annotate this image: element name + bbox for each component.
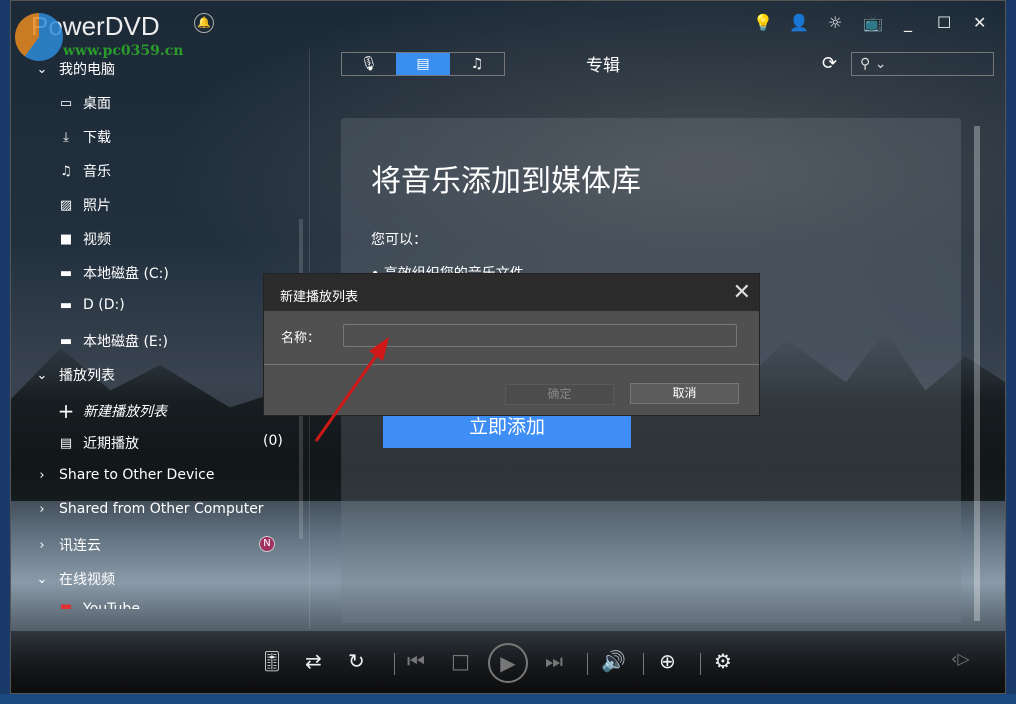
music-note-icon: ♫	[470, 56, 484, 72]
equalizer-icon[interactable]: 🎚	[259, 649, 284, 673]
tips-bulb-icon[interactable]: 💡	[753, 13, 773, 32]
notification-bell-icon[interactable]: 🔔	[194, 13, 214, 33]
recent-count: (0)	[263, 433, 283, 449]
section-cyberlink-cloud[interactable]: › 讯连云	[33, 535, 101, 555]
youtube-icon: ■	[59, 601, 73, 610]
sidebar-item-photos[interactable]: ▨ 照片	[57, 195, 111, 215]
section-share-to-device[interactable]: › Share to Other Device	[33, 467, 214, 483]
chevron-down-icon: ⌄	[36, 61, 48, 77]
dialog-title: 新建播放列表	[264, 274, 759, 311]
settings-icon[interactable]: ☼	[828, 13, 842, 32]
sidebar-item-new-playlist[interactable]: + 新建播放列表	[57, 399, 167, 423]
next-icon[interactable]: ⏭	[545, 649, 563, 673]
recent-playlist-icon: ▤	[59, 435, 73, 451]
shuffle-icon[interactable]: ⇄	[305, 649, 322, 673]
section-shared-from-computer[interactable]: › Shared from Other Computer	[33, 501, 263, 517]
tab-songs[interactable]: ♫	[450, 53, 504, 75]
previous-icon[interactable]: ⏮	[407, 649, 425, 673]
taskbar	[0, 694, 1016, 704]
drive-icon: ▬	[59, 333, 73, 349]
playlist-name-input[interactable]	[343, 324, 737, 347]
search-icon: ⚲ ⌄	[860, 56, 887, 72]
sidebar-item-recent[interactable]: ▤ 近期播放	[57, 433, 139, 453]
close-button[interactable]: ✕	[973, 13, 986, 32]
download-icon: ⤓	[63, 129, 69, 145]
tv-mode-icon[interactable]: 📺	[863, 13, 883, 32]
sidebar-item-drive-c[interactable]: ▬ 本地磁盘 (C:)	[57, 263, 169, 283]
monitor-icon: ▭	[59, 95, 73, 111]
search-input[interactable]: ⚲ ⌄	[851, 52, 994, 76]
dialog-close-icon[interactable]: ✕	[733, 280, 751, 305]
sidebar-item-drive-e[interactable]: ▬ 本地磁盘 (E:)	[57, 331, 168, 351]
tab-album[interactable]: ▤	[396, 53, 450, 75]
content-scrollbar[interactable]	[974, 126, 980, 621]
repeat-icon[interactable]: ↻	[348, 649, 365, 673]
sidebar-item-music[interactable]: ♫ 音乐	[57, 161, 111, 181]
refresh-icon[interactable]: ⟳	[822, 53, 837, 74]
music-note-icon: ♫	[60, 163, 72, 179]
powerdvd-window: PowerDVD 🔔 💡 👤 ☼ 📺 _ ☐ ✕ ⌄ 我的电脑 ▭ 桌面 ⤓ 下载 ♫…	[10, 0, 1006, 694]
chevron-right-icon: ›	[39, 537, 45, 553]
tab-artist[interactable]: 🎙	[342, 53, 396, 75]
plus-icon: +	[57, 399, 75, 423]
annotation-arrow	[314, 337, 389, 442]
minimize-button[interactable]: _	[904, 13, 912, 32]
playback-settings-icon[interactable]: ⚙	[714, 649, 732, 673]
sidebar-item-drive-d[interactable]: ▬ D (D:)	[57, 297, 125, 313]
chevron-down-icon: ⌄	[36, 571, 48, 587]
ok-button[interactable]: 确定	[505, 384, 614, 405]
section-my-computer[interactable]: ⌄ 我的电脑	[33, 59, 115, 79]
intro-text: 您可以：	[371, 232, 427, 248]
section-online-video[interactable]: ⌄ 在线视频	[33, 569, 115, 589]
sidebar-item-youtube[interactable]: ■ YouTube	[57, 601, 140, 609]
photo-icon: ▨	[59, 197, 73, 213]
new-badge: N	[259, 536, 275, 552]
maximize-button[interactable]: ☐	[937, 13, 951, 32]
sidebar-item-videos[interactable]: ■ 视频	[57, 229, 111, 249]
microphone-icon: 🎙	[360, 56, 378, 72]
sidebar-item-desktop[interactable]: ▭ 桌面	[57, 93, 111, 113]
zoom-in-icon[interactable]: ⊕	[659, 649, 676, 673]
album-icon: ▤	[416, 56, 430, 72]
mini-player-icon[interactable]: ‹▷	[951, 649, 970, 668]
play-button[interactable]: ▶	[488, 643, 528, 683]
section-playlists[interactable]: ⌄ 播放列表	[33, 365, 115, 385]
stop-icon[interactable]: □	[451, 649, 470, 673]
panel-heading: 将音乐添加到媒体库	[371, 164, 641, 199]
page-title: 专辑	[586, 56, 620, 76]
drive-icon: ▬	[59, 297, 73, 313]
chevron-down-icon: ⌄	[36, 367, 48, 383]
drive-icon: ▬	[59, 265, 73, 281]
chevron-right-icon: ›	[39, 467, 45, 483]
watermark-url: www.pc0359.cn	[63, 43, 184, 59]
watermark-logo	[15, 13, 63, 61]
video-camera-icon: ■	[59, 231, 73, 247]
cancel-button[interactable]: 取消	[630, 383, 739, 404]
chevron-right-icon: ›	[39, 501, 45, 517]
view-tabs: 🎙 ▤ ♫	[341, 52, 505, 76]
volume-icon[interactable]: 🔊	[601, 649, 626, 673]
account-icon[interactable]: 👤	[789, 13, 809, 32]
sidebar-item-downloads[interactable]: ⤓ 下载	[57, 127, 111, 147]
